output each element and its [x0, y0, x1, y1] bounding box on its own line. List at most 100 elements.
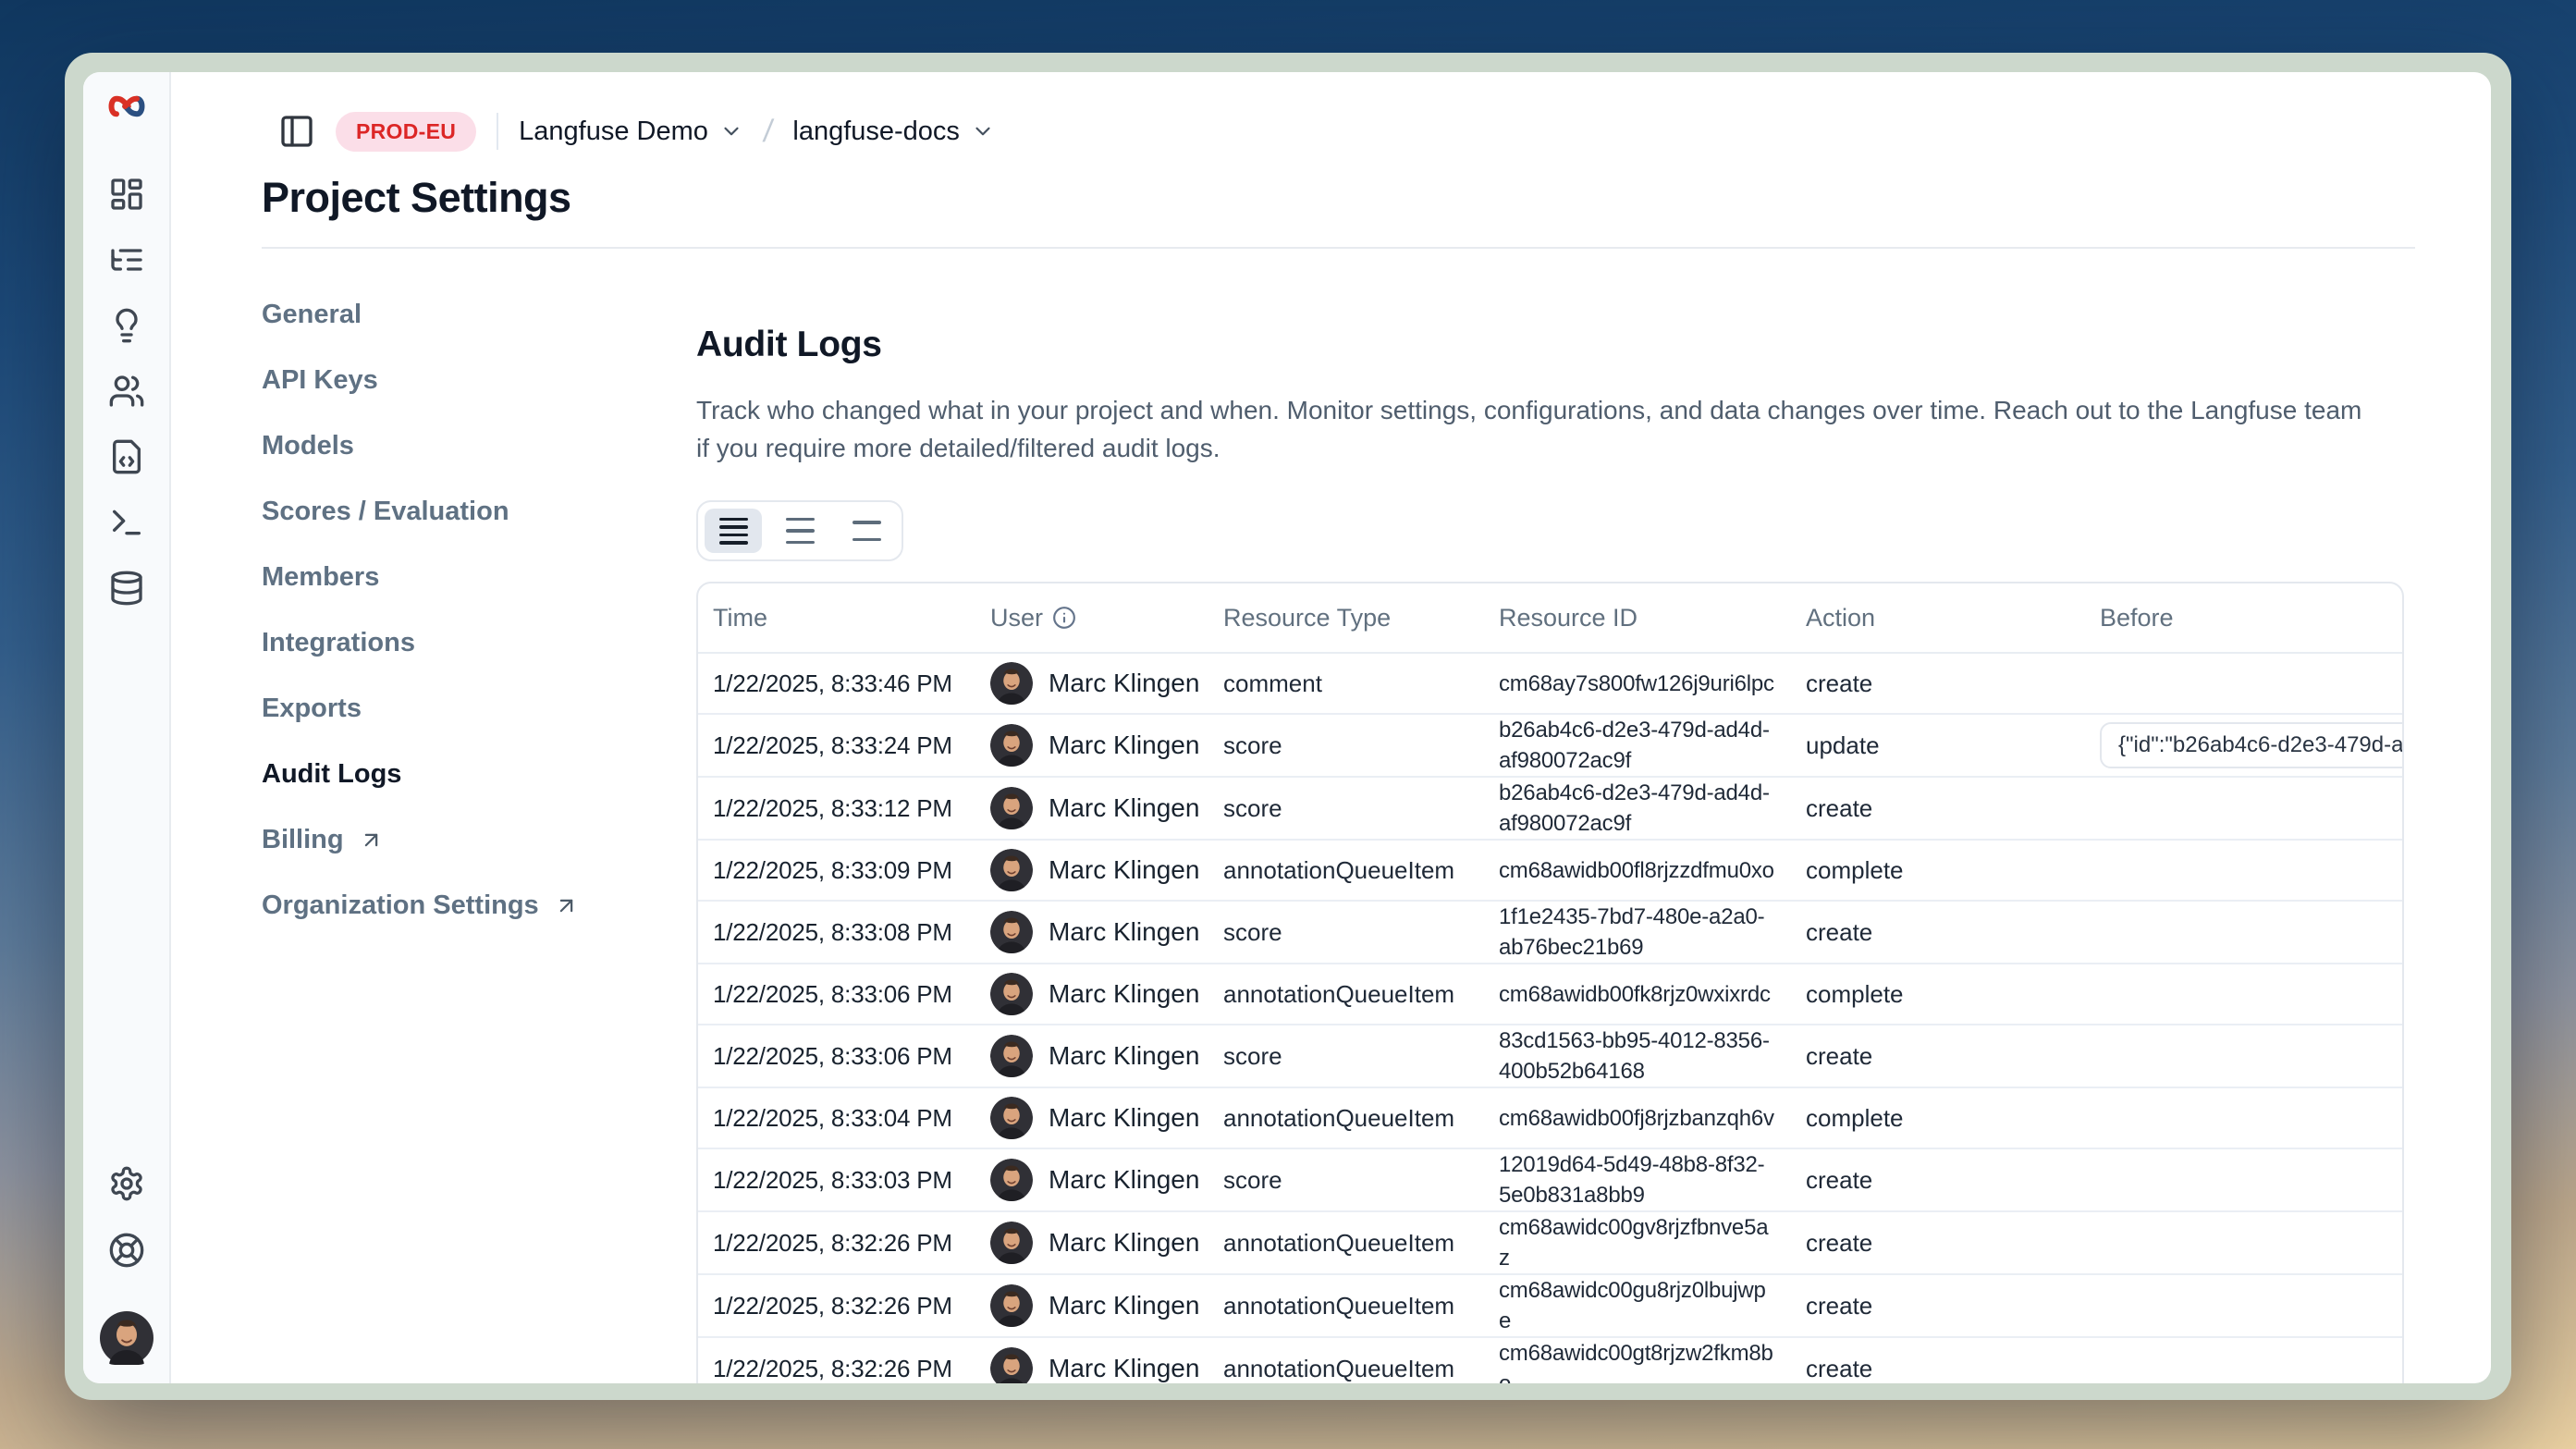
settings-nav-label: Organization Settings — [262, 890, 539, 921]
action-value: complete — [1806, 856, 1904, 884]
resource-id: b26ab4c6-d2e3-479d-ad4d-af980072ac9f — [1499, 718, 1770, 773]
external-link-icon — [554, 893, 579, 918]
resource-type: annotationQueueItem — [1223, 1229, 1454, 1257]
settings-nav-label: General — [262, 300, 362, 330]
lifebuoy-icon[interactable] — [108, 1232, 145, 1269]
settings-nav-label: Integrations — [262, 628, 415, 658]
organization-selector[interactable]: Langfuse Demo — [519, 117, 743, 147]
breadcrumb-separator: / — [761, 114, 775, 150]
list-tree-icon[interactable] — [108, 241, 145, 278]
settings-nav-item-organization-settings[interactable]: Organization Settings — [262, 885, 696, 926]
gear-icon[interactable] — [108, 1165, 145, 1202]
chevron-down-icon — [719, 119, 743, 143]
external-link-icon — [359, 828, 384, 853]
avatar — [990, 1035, 1033, 1077]
sidebar-user-avatar[interactable] — [100, 1311, 153, 1365]
rows-large-icon — [853, 521, 881, 541]
user-name: Marc Klingen — [1049, 669, 1199, 698]
column-header-resource-id: Resource ID — [1484, 583, 1791, 653]
column-header-action: Action — [1791, 583, 2085, 653]
settings-nav-label: Scores / Evaluation — [262, 497, 509, 527]
resource-id: cm68awidc00gv8rjzfbnve5az — [1499, 1215, 1768, 1271]
user-name: Marc Klingen — [1049, 793, 1199, 823]
table-row: 1/22/2025, 8:33:24 PM Marc Klingen score… — [698, 714, 2404, 777]
resource-id: 12019d64-5d49-48b8-8f32-5e0b831a8bb9 — [1499, 1152, 1764, 1208]
log-time: 1/22/2025, 8:33:03 PM — [713, 1166, 952, 1194]
settings-nav-label: Audit Logs — [262, 759, 401, 790]
project-selector[interactable]: langfuse-docs — [792, 117, 995, 147]
action-value: create — [1806, 1166, 1872, 1194]
settings-nav-item-integrations[interactable]: Integrations — [262, 622, 696, 663]
section-description: Track who changed what in your project a… — [696, 391, 2379, 467]
settings-nav-label: Exports — [262, 694, 362, 724]
table-row: 1/22/2025, 8:33:06 PM Marc Klingen annot… — [698, 964, 2404, 1025]
langfuse-logo[interactable] — [106, 92, 147, 120]
audit-logs-section: Audit Logs Track who changed what in you… — [696, 249, 2415, 1383]
project-name: langfuse-docs — [792, 117, 960, 147]
lightbulb-icon[interactable] — [108, 307, 145, 344]
before-json-preview: {"id":"b26ab4c6-d2e3-479d-a — [2100, 722, 2404, 768]
user-avatar-photo — [990, 1159, 1033, 1201]
settings-nav-item-members[interactable]: Members — [262, 557, 696, 597]
sidebar-bottom-icons — [100, 1165, 153, 1365]
panel-left-icon[interactable] — [278, 113, 315, 150]
rows-medium-icon — [786, 518, 815, 545]
settings-nav-item-billing[interactable]: Billing — [262, 819, 696, 860]
settings-nav: General API Keys Models Scores / Evaluation… — [262, 249, 696, 1383]
table-row: 1/22/2025, 8:33:09 PM Marc Klingen annot… — [698, 840, 2404, 901]
user-avatar-photo — [990, 1097, 1033, 1139]
user-name: Marc Klingen — [1049, 1354, 1199, 1383]
log-time: 1/22/2025, 8:33:12 PM — [713, 794, 952, 822]
row-height-small-button[interactable] — [705, 509, 762, 553]
user-name: Marc Klingen — [1049, 917, 1199, 947]
avatar — [990, 1159, 1033, 1201]
row-height-medium-button[interactable] — [771, 509, 828, 553]
user-name: Marc Klingen — [1049, 1103, 1199, 1133]
page-title: Project Settings — [262, 174, 2415, 222]
avatar — [990, 1347, 1033, 1383]
resource-id: cm68awidc00gu8rjz0lbujwpe — [1499, 1278, 1766, 1333]
resource-type: annotationQueueItem — [1223, 980, 1454, 1008]
settings-nav-item-general[interactable]: General — [262, 294, 696, 335]
settings-nav-item-audit-logs[interactable]: Audit Logs — [262, 754, 696, 794]
table-row: 1/22/2025, 8:33:03 PM Marc Klingen score… — [698, 1148, 2404, 1211]
table-row: 1/22/2025, 8:32:26 PM Marc Klingen annot… — [698, 1337, 2404, 1383]
row-height-toggle-group — [696, 500, 903, 561]
resource-id: 1f1e2435-7bd7-480e-a2a0-ab76bec21b69 — [1499, 904, 1764, 960]
dashboard-grid-icon[interactable] — [108, 176, 145, 213]
resource-type: comment — [1223, 669, 1322, 697]
action-value: create — [1806, 794, 1872, 822]
user-name: Marc Klingen — [1049, 1228, 1199, 1258]
settings-nav-label: API Keys — [262, 365, 378, 396]
user-avatar-photo — [990, 787, 1033, 829]
organization-name: Langfuse Demo — [519, 117, 708, 147]
row-height-large-button[interactable] — [838, 509, 895, 553]
column-header-resource-type: Resource Type — [1208, 583, 1484, 653]
avatar — [990, 787, 1033, 829]
log-time: 1/22/2025, 8:33:09 PM — [713, 856, 952, 884]
database-icon[interactable] — [108, 570, 145, 607]
settings-nav-item-exports[interactable]: Exports — [262, 688, 696, 729]
table-row: 1/22/2025, 8:32:26 PM Marc Klingen annot… — [698, 1274, 2404, 1337]
column-header-before: Before — [2085, 583, 2404, 653]
user-avatar-photo — [990, 849, 1033, 891]
settings-nav-item-api-keys[interactable]: API Keys — [262, 360, 696, 400]
users-icon[interactable] — [108, 373, 145, 410]
section-title: Audit Logs — [696, 325, 2415, 365]
settings-nav-item-models[interactable]: Models — [262, 425, 696, 466]
terminal-icon[interactable] — [108, 504, 145, 541]
user-avatar-photo — [990, 973, 1033, 1015]
settings-nav-item-scores-evaluation[interactable]: Scores / Evaluation — [262, 491, 696, 532]
avatar — [990, 973, 1033, 1015]
log-time: 1/22/2025, 8:32:26 PM — [713, 1292, 952, 1320]
avatar — [990, 911, 1033, 953]
log-time: 1/22/2025, 8:33:24 PM — [713, 731, 952, 759]
audit-table: Time User — [698, 583, 2404, 1383]
resource-id: cm68awidb00fl8rjzzdfmu0xo — [1499, 858, 1774, 883]
log-time: 1/22/2025, 8:32:26 PM — [713, 1355, 952, 1382]
info-icon[interactable] — [1052, 606, 1076, 630]
settings-nav-label: Billing — [262, 825, 344, 855]
file-code-icon[interactable] — [108, 438, 145, 475]
log-time: 1/22/2025, 8:32:26 PM — [713, 1229, 952, 1257]
environment-badge[interactable]: PROD-EU — [336, 112, 476, 152]
